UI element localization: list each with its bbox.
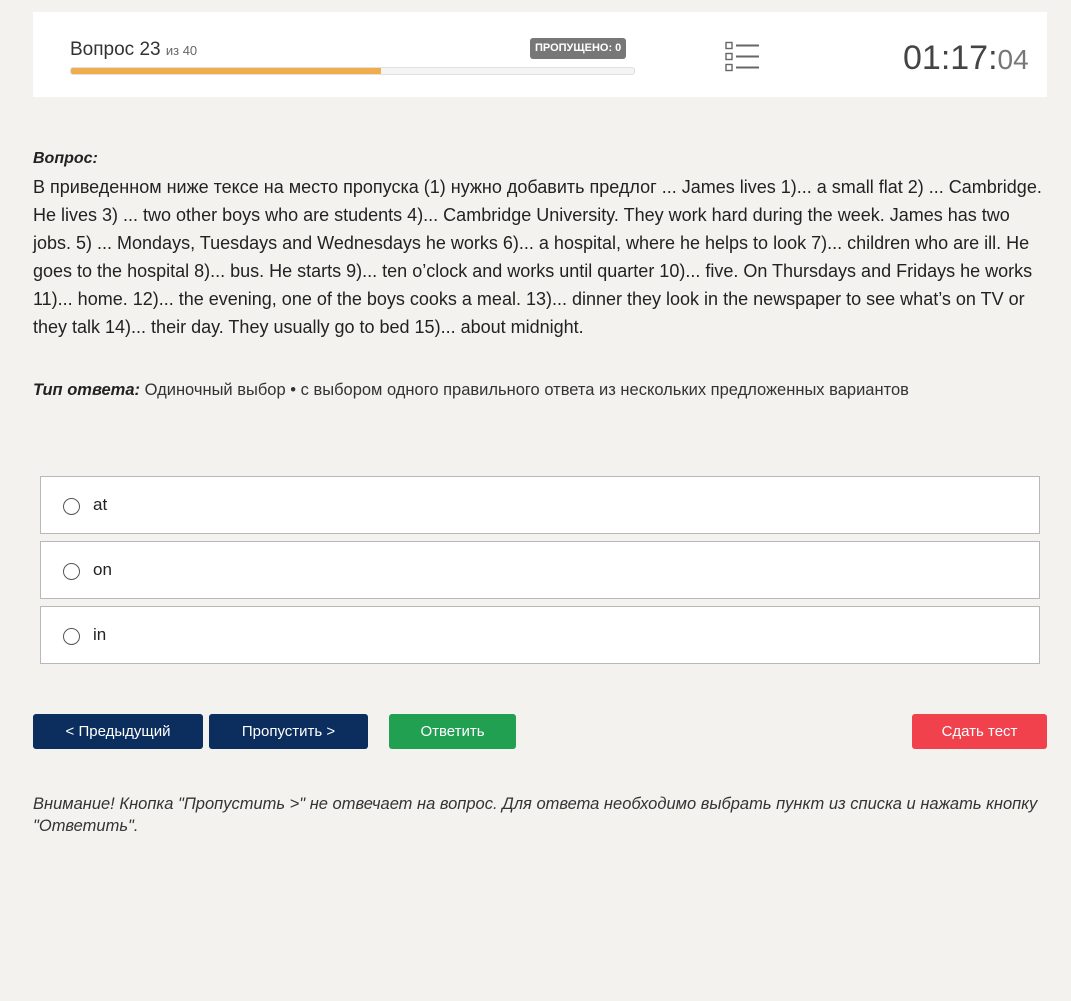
answer-type: Тип ответа: Одиночный выбор • с выбором … (33, 381, 1045, 400)
answer-option-on[interactable]: on (40, 541, 1040, 599)
radio-button[interactable] (63, 563, 80, 580)
radio-button[interactable] (63, 498, 80, 515)
skip-button[interactable]: Пропустить > (209, 714, 368, 749)
test-header: Вопрос 23 из 40 ПРОПУЩЕНО: 0 01:17:04 (33, 12, 1047, 97)
answer-button[interactable]: Ответить (389, 714, 516, 749)
timer-main: 01:17: (903, 39, 998, 77)
timer: 01:17:04 (903, 39, 1029, 78)
question-total: из 40 (165, 43, 198, 58)
radio-button[interactable] (63, 628, 80, 645)
warning-note: Внимание! Кнопка "Пропустить >" не отвеч… (33, 795, 1038, 835)
progress-bar-fill (71, 68, 381, 74)
timer-seconds: 04 (997, 44, 1029, 75)
list-icon[interactable] (725, 41, 761, 73)
answer-option-at[interactable]: at (40, 476, 1040, 534)
question-counter: Вопрос 23 из 40 (70, 39, 197, 61)
answer-type-label: Тип ответа: (33, 381, 141, 399)
previous-button[interactable]: < Предыдущий (33, 714, 203, 749)
answer-option-in[interactable]: in (40, 606, 1040, 664)
question-text: В приведенном ниже тексе на место пропус… (33, 177, 1042, 337)
skipped-badge: ПРОПУЩЕНО: 0 (530, 38, 627, 59)
question-number: Вопрос 23 (70, 39, 161, 60)
answer-type-value: Одиночный выбор • с выбором одного прави… (144, 381, 909, 399)
question-label: Вопрос: (33, 150, 98, 167)
answer-option-label: on (93, 560, 112, 579)
answer-option-label: at (93, 495, 108, 514)
progress-bar (70, 67, 635, 75)
answer-option-label: in (93, 625, 107, 644)
submit-test-button[interactable]: Сдать тест (912, 714, 1047, 749)
